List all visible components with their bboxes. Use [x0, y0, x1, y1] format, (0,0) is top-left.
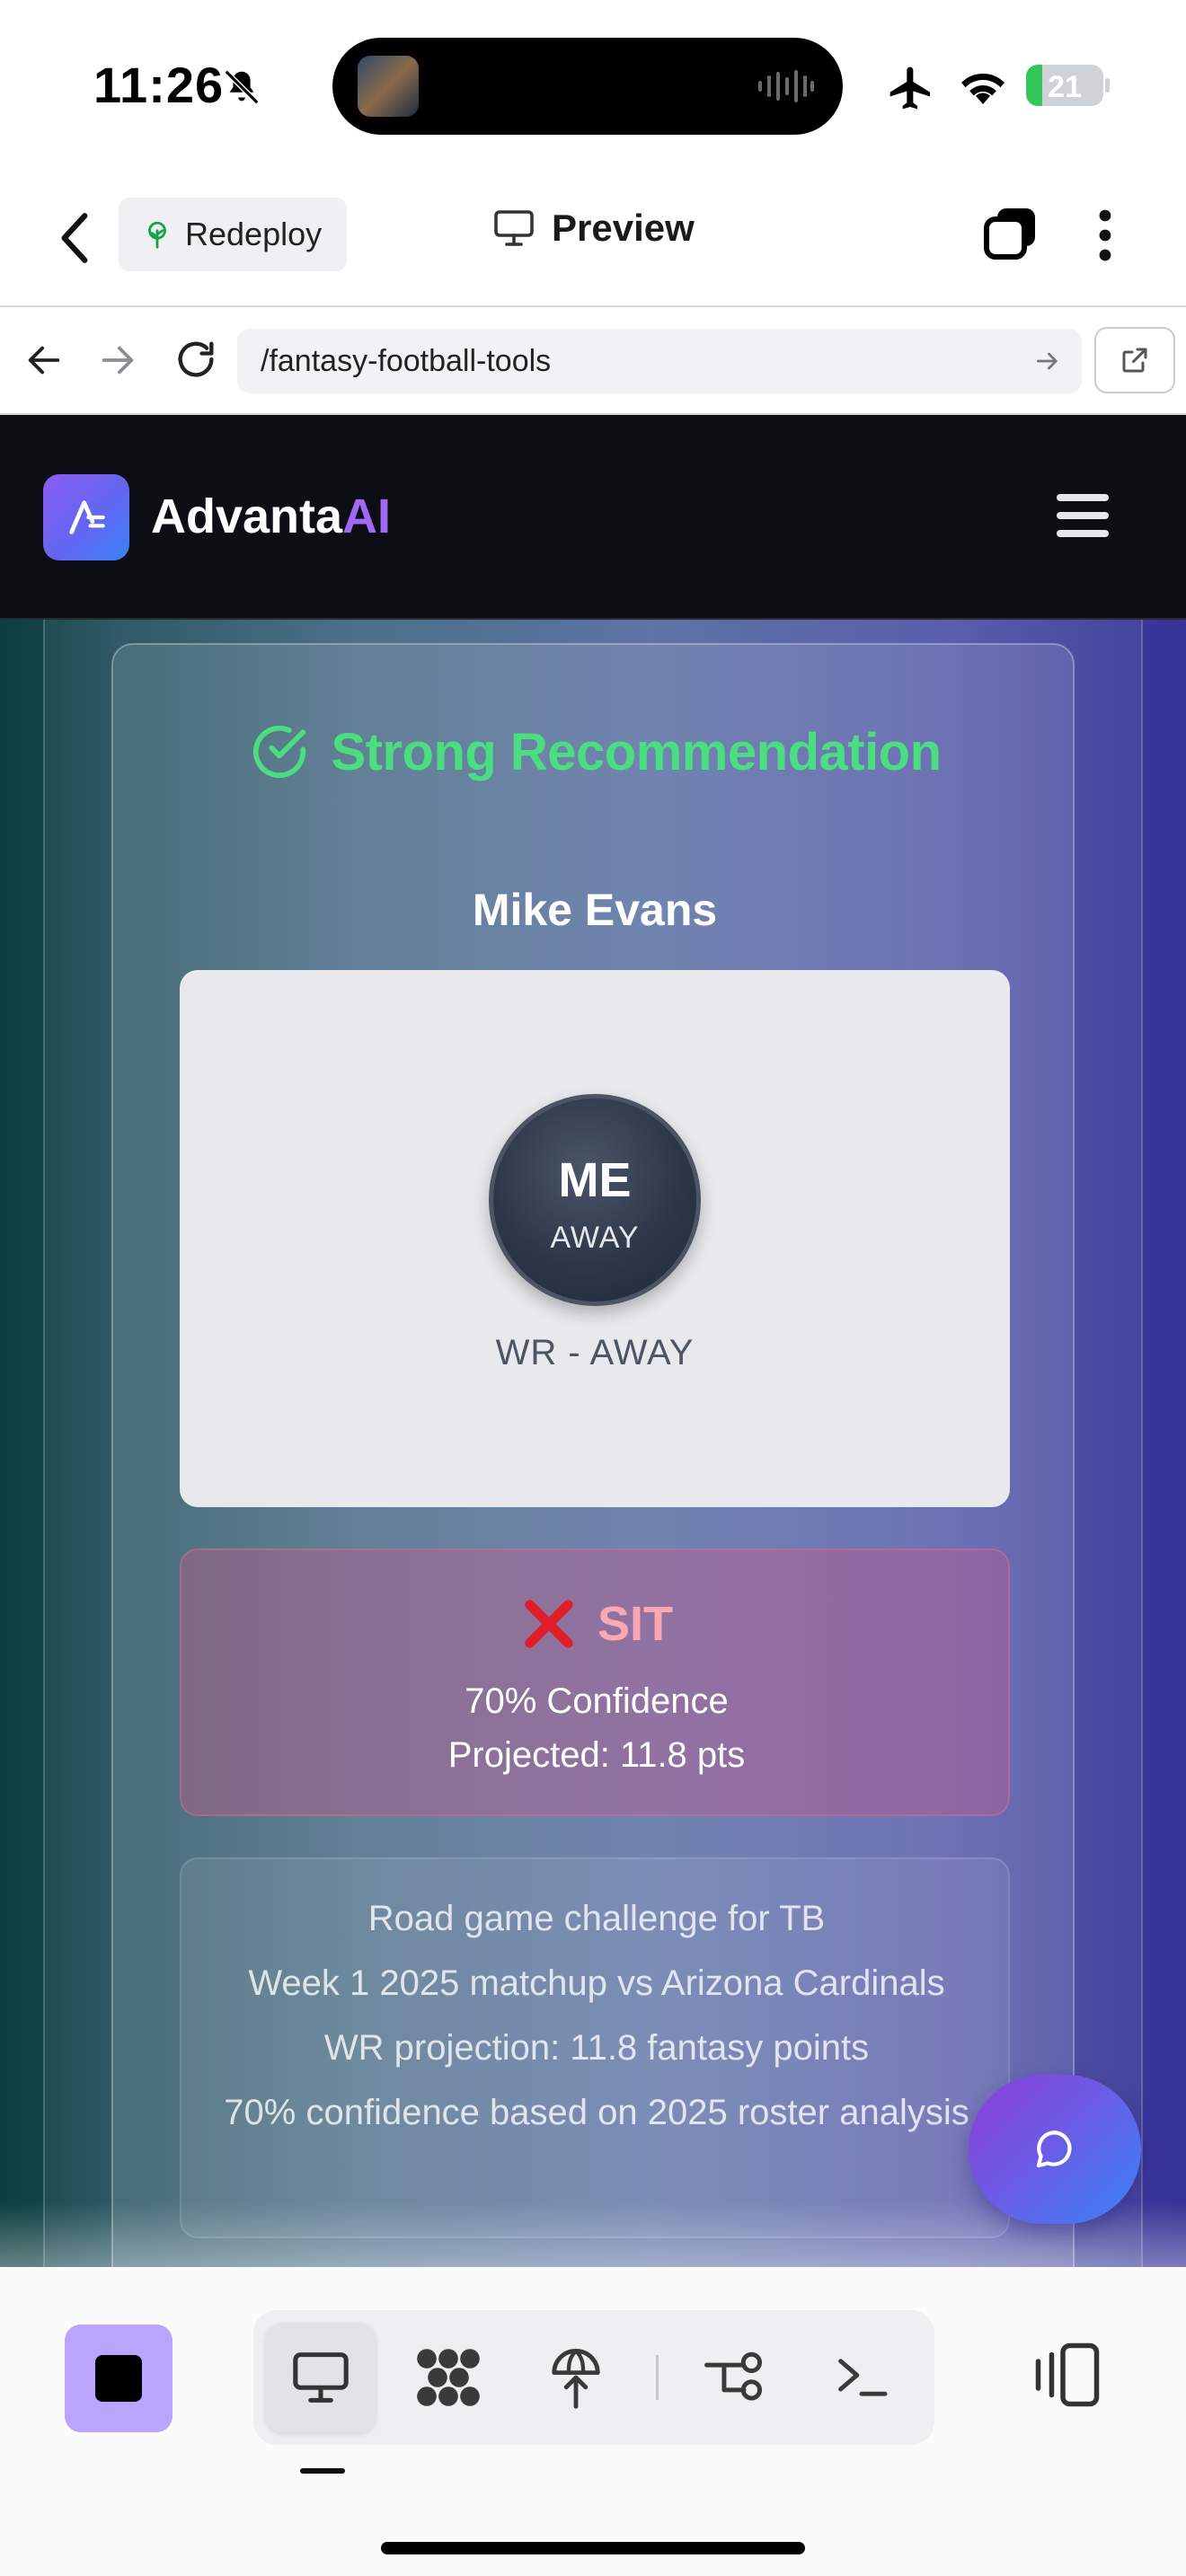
page-edge-right [1143, 620, 1186, 2267]
tool-preview[interactable] [266, 2323, 376, 2432]
grid-icon [417, 2349, 480, 2406]
verdict-label: SIT [597, 1597, 673, 1651]
external-link-icon [1122, 348, 1147, 373]
confidence-text: 70% Confidence [465, 1681, 729, 1721]
deploy-tree-icon [148, 221, 166, 249]
web-preview: AdvantaAI Strong Recommendation Mike Eva… [0, 415, 1186, 2267]
url-text: /fantasy-football-tools [261, 343, 552, 378]
status-time: 11:26 [93, 57, 225, 113]
app-header: Redeploy Preview [0, 171, 1186, 305]
git-branch-icon [704, 2351, 763, 2401]
bell-slash-icon [224, 69, 260, 105]
go-arrow-icon[interactable] [1033, 347, 1062, 375]
status-bar: 11:26 21 [0, 0, 1186, 171]
note-item: Road game challenge for TB [367, 1899, 826, 1938]
player-card: ME AWAY WR - AWAY [180, 970, 1010, 1507]
recommendation-heading: Strong Recommendation [113, 720, 1076, 783]
position-line: WR - AWAY [495, 1333, 695, 1372]
stop-button[interactable] [65, 2325, 173, 2432]
brand-main: Advanta [151, 490, 343, 543]
redeploy-button[interactable]: Redeploy [119, 198, 347, 271]
preview-icon [293, 2352, 349, 2403]
terminal-icon [838, 2359, 888, 2396]
tool-switcher [253, 2310, 934, 2445]
player-name: Mike Evans [472, 885, 718, 935]
battery-body: 21 [1026, 65, 1103, 106]
recommendation-card: Strong Recommendation Mike Evans ME AWAY… [111, 643, 1075, 2267]
redeploy-label: Redeploy [185, 216, 323, 252]
url-input[interactable]: /fantasy-football-tools [237, 329, 1082, 393]
more-options-icon[interactable] [1084, 207, 1127, 264]
back-chevron-icon[interactable] [52, 208, 99, 268]
browser-bar: /fantasy-football-tools [0, 305, 1186, 415]
wifi-icon [961, 74, 1005, 104]
gutter-line-left [43, 620, 45, 2267]
red-x-icon [525, 1600, 573, 1648]
verdict-panel: SIT 70% Confidence Projected: 11.8 pts [180, 1548, 1010, 1816]
analysis-notes: Road game challenge for TB Week 1 2025 m… [180, 1857, 1010, 2238]
nav-forward-icon[interactable] [97, 340, 138, 381]
chat-bubble-icon [1036, 2130, 1072, 2168]
stop-icon [95, 2355, 142, 2402]
page-edge-left [0, 620, 43, 2267]
preview-title: Preview [492, 207, 695, 250]
note-item: 70% confidence based on 2025 roster anal… [224, 2093, 969, 2132]
site-navbar: AdvantaAI [0, 415, 1186, 620]
audio-waveform-icon [758, 70, 814, 102]
toolbar-divider [656, 2355, 659, 2400]
avatar-location: AWAY [550, 1221, 640, 1255]
preview-label: Preview [552, 207, 695, 249]
tool-terminal[interactable] [807, 2323, 916, 2432]
verdict-row: SIT [181, 1595, 1012, 1653]
active-tool-indicator [300, 2468, 345, 2474]
tool-git[interactable] [679, 2323, 789, 2432]
dynamic-island[interactable] [332, 38, 843, 135]
tabs-icon[interactable] [981, 205, 1039, 262]
tool-deploy[interactable] [521, 2323, 631, 2432]
avatar-initials: ME [558, 1153, 632, 1207]
chat-button[interactable] [969, 2075, 1141, 2224]
brand-accent: AI [342, 490, 392, 543]
battery-indicator: 21 [1026, 65, 1110, 106]
now-playing-artwork [358, 56, 419, 117]
bottom-toolbar [0, 2267, 1186, 2576]
deploy-icon [552, 2349, 600, 2409]
tool-grid[interactable] [394, 2323, 503, 2432]
check-circle-icon [253, 725, 306, 779]
brand-logo-icon[interactable] [43, 474, 129, 560]
device-layout-icon[interactable] [1031, 2339, 1103, 2411]
battery-cap [1105, 78, 1110, 93]
projection-text: Projected: 11.8 pts [447, 1735, 746, 1775]
brand-name[interactable]: AdvantaAI [151, 489, 391, 544]
logo-glyph-icon [69, 500, 105, 534]
monitor-icon [494, 210, 534, 246]
nav-back-icon[interactable] [23, 340, 65, 381]
battery-percent: 21 [1048, 70, 1082, 104]
hamburger-menu-icon[interactable] [1057, 492, 1109, 539]
airplane-icon [890, 66, 930, 110]
reload-icon[interactable] [173, 336, 219, 383]
player-avatar: ME AWAY [489, 1094, 701, 1306]
note-item: WR projection: 11.8 fantasy points [323, 2028, 870, 2068]
gutter-line-right [1141, 620, 1143, 2267]
open-external-button[interactable] [1094, 327, 1175, 393]
note-item: Week 1 2025 matchup vs Arizona Cardinals [248, 1963, 945, 2003]
recommendation-title: Strong Recommendation [331, 722, 942, 781]
home-indicator [381, 2542, 805, 2554]
